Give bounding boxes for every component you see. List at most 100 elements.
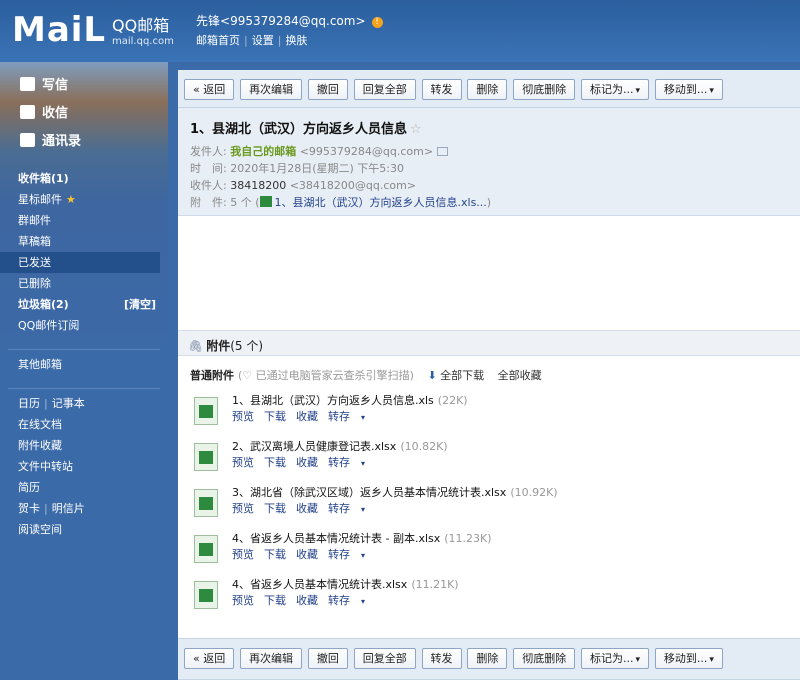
delete-button[interactable]: 删除 — [467, 79, 508, 100]
top-nav: 邮箱首页 | 设置 | 换肤 — [196, 34, 308, 47]
move-to-dropdown[interactable]: 移动到... ▾ — [654, 648, 723, 669]
sidebar-item-drafts[interactable]: 草稿箱 — [0, 231, 168, 252]
sidebar-item-inbox[interactable]: 收件箱(1) — [0, 168, 168, 189]
contact-card-icon[interactable] — [437, 147, 449, 156]
save-to-dropdown[interactable]: 转存 ▾ — [328, 548, 375, 561]
sidebar-item-group[interactable]: 群邮件 — [0, 210, 168, 231]
attachment-name[interactable]: 2、武汉离境人员健康登记表.xlsx — [232, 440, 396, 453]
mail-subject: 1、县湖北（武汉）方向返乡人员信息 — [190, 122, 408, 137]
reedit-button[interactable]: 再次编辑 — [240, 79, 303, 100]
toolbar-top: « 返回 再次编辑 撤回 回复全部 转发 删除 彻底删除 标记为... ▾ 移动到… — [178, 70, 800, 108]
save-to-dropdown[interactable]: 转存 ▾ — [328, 594, 375, 607]
mark-as-dropdown[interactable]: 标记为... ▾ — [581, 79, 650, 100]
preview-link[interactable]: 预览 — [232, 456, 254, 469]
forward-button[interactable]: 转发 — [421, 648, 462, 669]
forward-button[interactable]: 转发 — [421, 79, 462, 100]
attachments-summary-close: ) — [486, 196, 492, 209]
favorite-all-link[interactable]: 全部收藏 — [498, 369, 542, 382]
chevron-down-icon: ▾ — [361, 459, 366, 468]
move-to-dropdown[interactable]: 移动到... ▾ — [654, 79, 723, 100]
attachments-body: 普通附件 (♡ 已通过电脑管家云查杀引擎扫描) ⬇ 全部下载 全部收藏 1、县湖北… — [178, 356, 800, 620]
sidebar-item-attachment-fav[interactable]: 附件收藏 — [0, 435, 168, 456]
sender-name[interactable]: 我自己的邮箱 — [230, 145, 296, 158]
star-toggle-icon[interactable]: ☆ — [410, 122, 422, 137]
nav-settings-link[interactable]: 设置 — [252, 34, 274, 47]
favorite-link[interactable]: 收藏 — [296, 502, 318, 515]
attachment-name[interactable]: 4、省返乡人员基本情况统计表 - 副本.xlsx — [232, 532, 440, 545]
sidebar-item-resume[interactable]: 简历 — [0, 477, 168, 498]
favorite-link[interactable]: 收藏 — [296, 548, 318, 561]
from-label: 发件人: — [190, 145, 227, 158]
reply-all-button[interactable]: 回复全部 — [353, 79, 416, 100]
sidebar-item-reading[interactable]: 阅读空间 — [0, 519, 168, 540]
download-link[interactable]: 下载 — [264, 410, 286, 423]
chevron-down-icon: ▾ — [361, 413, 366, 422]
nav-home-link[interactable]: 邮箱首页 — [196, 34, 240, 47]
download-arrow-icon: ⬇ — [427, 369, 437, 382]
sidebar-item-file-transfer[interactable]: 文件中转站 — [0, 456, 168, 477]
sidebar-item-sent[interactable]: 已发送 — [0, 252, 160, 273]
attachment-name[interactable]: 3、湖北省（除武汉区域）返乡人员基本情况统计表.xlsx — [232, 486, 506, 499]
save-to-label: 转存 — [328, 548, 350, 561]
normal-attachments-label: 普通附件 — [190, 369, 234, 382]
user-email: <995379284@qq.com> — [220, 14, 366, 28]
sidebar-item-calendar[interactable]: 日历 — [18, 397, 40, 410]
save-to-dropdown[interactable]: 转存 ▾ — [328, 502, 375, 515]
download-link[interactable]: 下载 — [264, 456, 286, 469]
attachments-summary-link[interactable]: 1、县湖北（武汉）方向返乡人员信息.xls... — [275, 196, 487, 209]
nav-skin-link[interactable]: 换肤 — [285, 34, 307, 47]
save-to-dropdown[interactable]: 转存 ▾ — [328, 410, 375, 423]
recipient-name[interactable]: 38418200 — [230, 179, 286, 192]
preview-link[interactable]: 预览 — [232, 410, 254, 423]
attachment-name[interactable]: 4、省返乡人员基本情况统计表.xlsx — [232, 578, 407, 591]
sidebar-item-other-mailbox[interactable]: 其他邮箱 — [0, 354, 168, 375]
toolbar-bottom: « 返回 再次编辑 撤回 回复全部 转发 删除 彻底删除 标记为... ▾ 移动到… — [178, 638, 800, 680]
save-to-dropdown[interactable]: 转存 ▾ — [328, 456, 375, 469]
attachment-size: (11.23K) — [444, 532, 492, 545]
contacts-button[interactable]: 通讯录 — [0, 128, 168, 156]
download-link[interactable]: 下载 — [264, 548, 286, 561]
attachment-item: 2、武汉离境人员健康登记表.xlsx (10.82K) 预览 下载 收藏 转存 ▾ — [194, 439, 800, 485]
mark-as-dropdown[interactable]: 标记为... ▾ — [581, 648, 650, 669]
attachment-item: 3、湖北省（除武汉区域）返乡人员基本情况统计表.xlsx (10.92K) 预览下… — [194, 485, 800, 531]
qq-mail-logo[interactable]: MaiL QQ邮箱 mail.qq.com — [12, 8, 182, 52]
sender-address: <995379284@qq.com> — [299, 145, 434, 158]
download-all-link[interactable]: ⬇ 全部下载 — [427, 369, 484, 382]
sidebar-row-calendar: 日历 | 记事本 — [18, 397, 85, 410]
save-to-label: 转存 — [328, 456, 350, 469]
favorite-link[interactable]: 收藏 — [296, 594, 318, 607]
sidebar-item-subscriptions[interactable]: QQ邮件订阅 — [0, 315, 168, 336]
back-button[interactable]: « 返回 — [184, 79, 235, 100]
meta-attachments: 附 件: 5 个 (1、县湖北（武汉）方向返乡人员信息.xls...) — [190, 194, 800, 211]
favorite-link[interactable]: 收藏 — [296, 410, 318, 423]
sidebar-item-docs[interactable]: 在线文档 — [0, 414, 168, 435]
compose-button[interactable]: 写信 — [0, 72, 168, 100]
receive-label: 收信 — [42, 106, 69, 121]
sidebar-item-notes[interactable]: 记事本 — [52, 397, 85, 410]
attachment-item: 4、省返乡人员基本情况统计表 - 副本.xlsx (11.23K) 预览 下载 收藏转… — [194, 531, 800, 577]
alert-icon[interactable]: ! — [371, 17, 383, 28]
sidebar-item-card[interactable]: 贺卡 — [18, 502, 40, 515]
preview-link[interactable]: 预览 — [232, 548, 254, 561]
recall-button[interactable]: 撤回 — [307, 648, 348, 669]
download-link[interactable]: 下载 — [264, 594, 286, 607]
preview-link[interactable]: 预览 — [232, 502, 254, 515]
clear-spam-link[interactable]: [清空] — [124, 294, 156, 315]
sidebar-item-spam[interactable]: 垃圾箱(2) [清空] — [0, 294, 168, 315]
back-button[interactable]: « 返回 — [184, 648, 235, 669]
reedit-button[interactable]: 再次编辑 — [240, 648, 303, 669]
purge-button[interactable]: 彻底删除 — [513, 648, 576, 669]
sidebar-item-deleted[interactable]: 已删除 — [0, 273, 168, 294]
sidebar-item-postcard[interactable]: 明信片 — [52, 502, 85, 515]
sidebar-item-starred[interactable]: 星标邮件 ★ — [0, 189, 168, 210]
meta-from: 发件人: 我自己的邮箱 <995379284@qq.com> — [190, 143, 800, 160]
delete-button[interactable]: 删除 — [467, 648, 508, 669]
reply-all-button[interactable]: 回复全部 — [353, 648, 416, 669]
preview-link[interactable]: 预览 — [232, 594, 254, 607]
download-link[interactable]: 下载 — [264, 502, 286, 515]
purge-button[interactable]: 彻底删除 — [513, 79, 576, 100]
recall-button[interactable]: 撤回 — [307, 79, 348, 100]
attachment-name[interactable]: 1、县湖北（武汉）方向返乡人员信息.xls — [232, 394, 434, 407]
favorite-link[interactable]: 收藏 — [296, 456, 318, 469]
receive-button[interactable]: 收信 — [0, 100, 168, 128]
